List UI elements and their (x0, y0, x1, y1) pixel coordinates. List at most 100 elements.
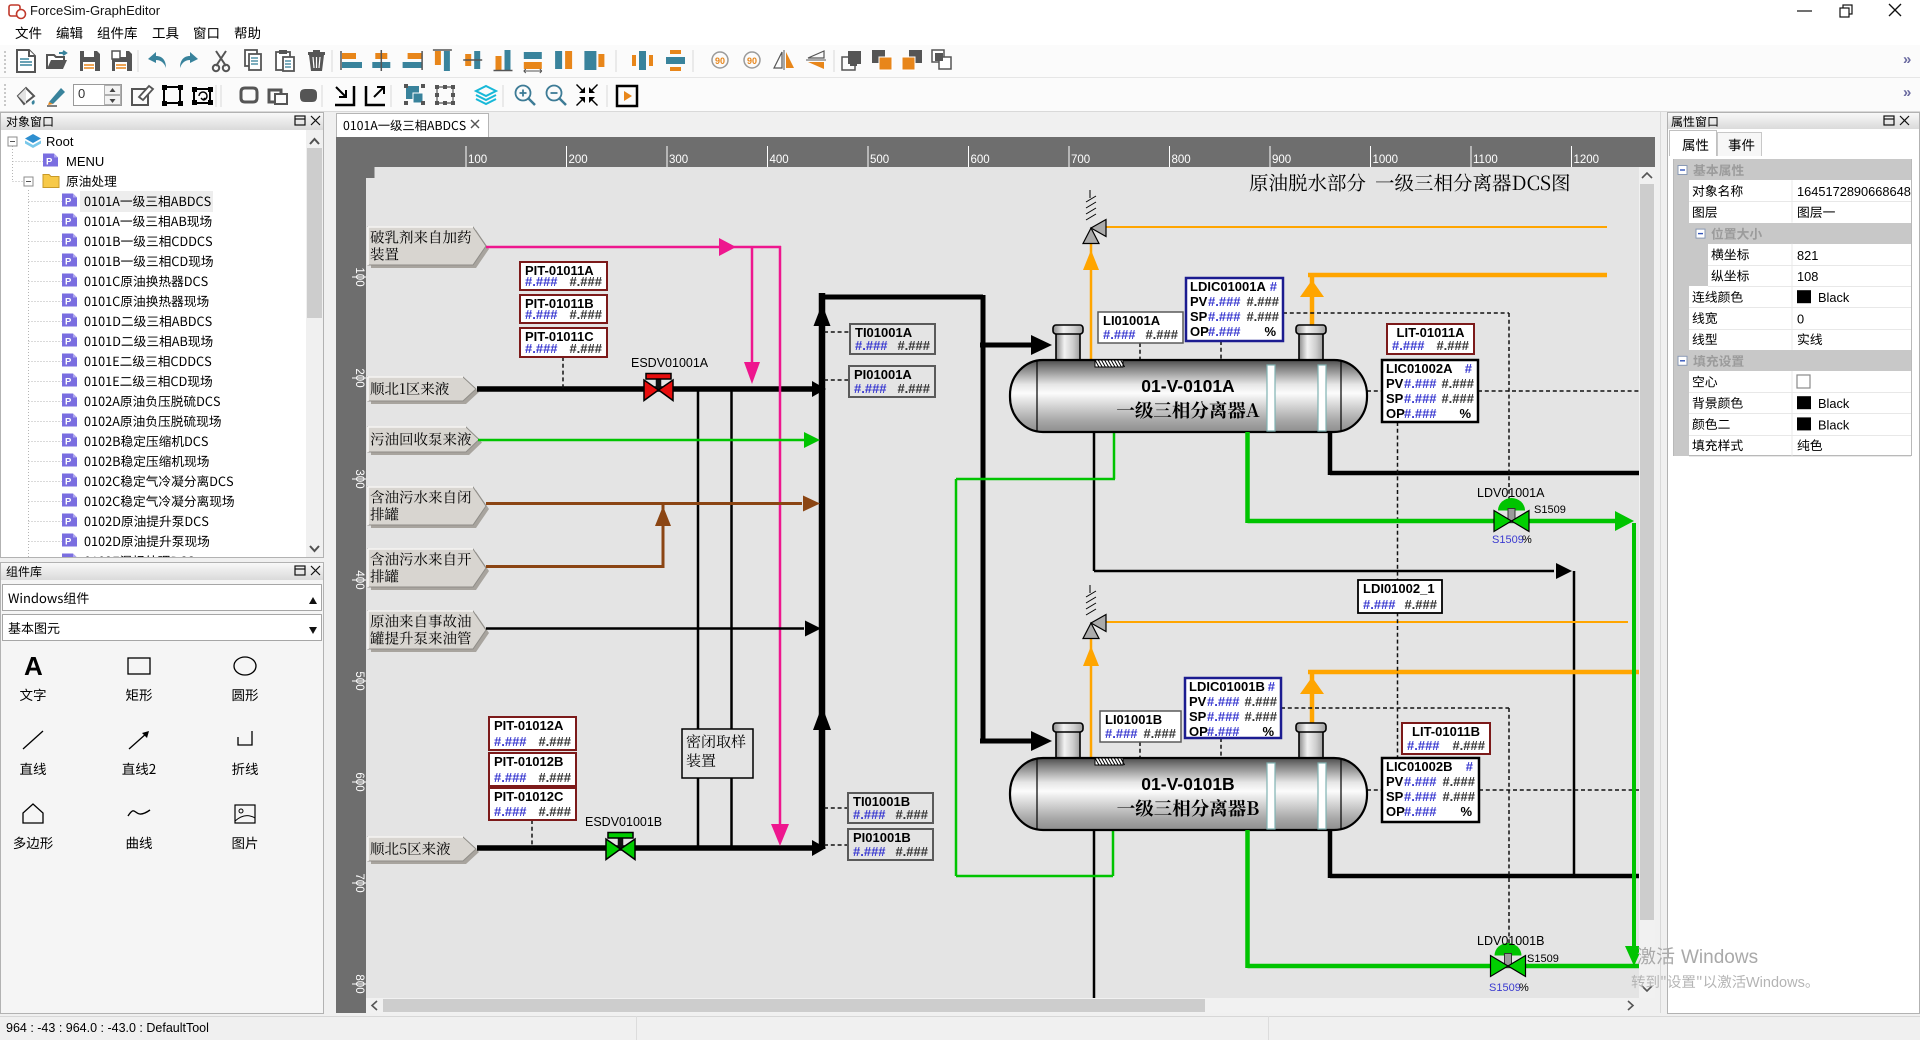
svg-text:200: 200 (353, 368, 365, 387)
svg-text:1100: 1100 (1473, 154, 1498, 166)
svg-text:100: 100 (468, 154, 487, 166)
svg-text:#.###: #.### (569, 274, 602, 289)
svg-text:800: 800 (1172, 154, 1191, 166)
svg-text:#: # (1268, 679, 1276, 694)
svg-text:#.###: #.### (538, 804, 571, 819)
svg-text:#.###: #.### (1207, 709, 1240, 724)
svg-text:S1509: S1509 (1534, 504, 1566, 516)
svg-text:400: 400 (770, 154, 789, 166)
svg-text:SP: SP (1386, 789, 1404, 804)
svg-text:LDI01002_1: LDI01002_1 (1363, 581, 1435, 596)
svg-text:LIT-01011A: LIT-01011A (1397, 325, 1466, 340)
svg-text:ESDV01001B: ESDV01001B (585, 815, 662, 829)
svg-text:#.###: #.### (1145, 327, 1178, 342)
svg-text:#.###: #.### (538, 770, 571, 785)
svg-text:LIT-01011B: LIT-01011B (1412, 724, 1480, 739)
svg-text:#: # (1466, 759, 1474, 774)
svg-text:#.###: #.### (1392, 338, 1425, 353)
svg-text:#.###: #.### (1407, 738, 1440, 753)
svg-text:#.###: #.### (494, 770, 527, 785)
svg-text:LIC01002B: LIC01002B (1386, 759, 1452, 774)
svg-text:#.###: #.### (1404, 789, 1437, 804)
svg-text:#.###: #.### (1404, 406, 1437, 421)
svg-text:PV: PV (1386, 774, 1404, 789)
svg-text:01-V-0101B: 01-V-0101B (1141, 774, 1234, 794)
svg-text:OP: OP (1386, 406, 1405, 421)
svg-text:LDIC01001A: LDIC01001A (1190, 279, 1266, 294)
svg-text:%: % (1519, 982, 1529, 994)
svg-text:#: # (1465, 361, 1473, 376)
svg-text:600: 600 (971, 154, 990, 166)
svg-text:PV: PV (1189, 694, 1207, 709)
svg-text:#.###: #.### (1404, 391, 1437, 406)
svg-text:#.###: #.### (1441, 391, 1474, 406)
svg-text:LDV01001B: LDV01001B (1477, 934, 1544, 948)
svg-text:LIC01002A: LIC01002A (1386, 361, 1453, 376)
svg-text:SP: SP (1189, 709, 1207, 724)
svg-text:%: % (1262, 724, 1274, 739)
svg-text:PV: PV (1190, 294, 1208, 309)
svg-text:#: # (1270, 279, 1278, 294)
svg-text:LDIC01001B: LDIC01001B (1189, 679, 1265, 694)
svg-text:300: 300 (353, 469, 365, 488)
svg-text:ESDV01001A: ESDV01001A (631, 356, 709, 370)
svg-text:TI01001A: TI01001A (855, 325, 913, 340)
svg-text:#.###: #.### (1246, 294, 1279, 309)
svg-text:500: 500 (870, 154, 889, 166)
svg-text:S1509: S1509 (1527, 953, 1559, 965)
svg-text:OP: OP (1386, 804, 1405, 819)
svg-text:#.###: #.### (525, 307, 558, 322)
svg-text:200: 200 (569, 154, 588, 166)
svg-text:#.###: #.### (1442, 789, 1475, 804)
svg-text:LDV01001A: LDV01001A (1477, 486, 1545, 500)
svg-text:700: 700 (1071, 154, 1090, 166)
svg-text:%: % (1459, 406, 1471, 421)
svg-text:#.###: #.### (897, 381, 930, 396)
svg-text:TI01001B: TI01001B (853, 794, 910, 809)
svg-text:#.###: #.### (1442, 774, 1475, 789)
svg-text:300: 300 (669, 154, 688, 166)
svg-text:#.###: #.### (1103, 327, 1136, 342)
svg-text:#.###: #.### (494, 734, 527, 749)
svg-text:SP: SP (1386, 391, 1404, 406)
svg-text:OP: OP (1190, 324, 1209, 339)
svg-text:#.###: #.### (1207, 724, 1240, 739)
svg-text:PV: PV (1386, 376, 1404, 391)
svg-text:%: % (1264, 324, 1276, 339)
svg-text:900: 900 (1272, 154, 1291, 166)
svg-text:#.###: #.### (494, 804, 527, 819)
svg-text:LI01001A: LI01001A (1103, 313, 1161, 328)
svg-text:1200: 1200 (1574, 154, 1600, 166)
svg-text:PIT-01011A: PIT-01011A (525, 263, 594, 278)
svg-text:#.###: #.### (1441, 376, 1474, 391)
svg-text:PIT-01012C: PIT-01012C (494, 789, 564, 804)
svg-text:700: 700 (353, 873, 365, 892)
svg-text:500: 500 (353, 671, 365, 690)
svg-text:#.###: #.### (1404, 774, 1437, 789)
svg-text:#.###: #.### (1452, 738, 1485, 753)
svg-text:PIT-01011C: PIT-01011C (525, 329, 594, 344)
svg-text:#.###: #.### (853, 807, 886, 822)
svg-text:#.###: #.### (1143, 726, 1176, 741)
svg-text:PIT-01011B: PIT-01011B (525, 296, 594, 311)
svg-text:#.###: #.### (1404, 376, 1437, 391)
svg-text:#.###: #.### (1404, 597, 1437, 612)
svg-text:#.###: #.### (569, 307, 602, 322)
svg-text:PI01001A: PI01001A (854, 367, 912, 382)
svg-text:#.###: #.### (895, 807, 928, 822)
svg-text:LI01001B: LI01001B (1105, 712, 1162, 727)
svg-text:01-V-0101A: 01-V-0101A (1141, 376, 1235, 396)
svg-text:#.###: #.### (1363, 597, 1396, 612)
svg-text:#.###: #.### (1436, 338, 1469, 353)
svg-text:#.###: #.### (1404, 804, 1437, 819)
svg-text:#.###: #.### (1208, 309, 1241, 324)
svg-text:800: 800 (353, 974, 365, 993)
svg-text:#.###: #.### (525, 341, 558, 356)
svg-text:#.###: #.### (525, 274, 558, 289)
svg-text:#.###: #.### (1105, 726, 1138, 741)
svg-text:#.###: #.### (897, 338, 930, 353)
svg-text:#.###: #.### (853, 844, 886, 859)
svg-text:%: % (1522, 534, 1532, 546)
svg-text:S1509: S1509 (1492, 534, 1524, 546)
svg-text:PIT-01012A: PIT-01012A (494, 718, 564, 733)
